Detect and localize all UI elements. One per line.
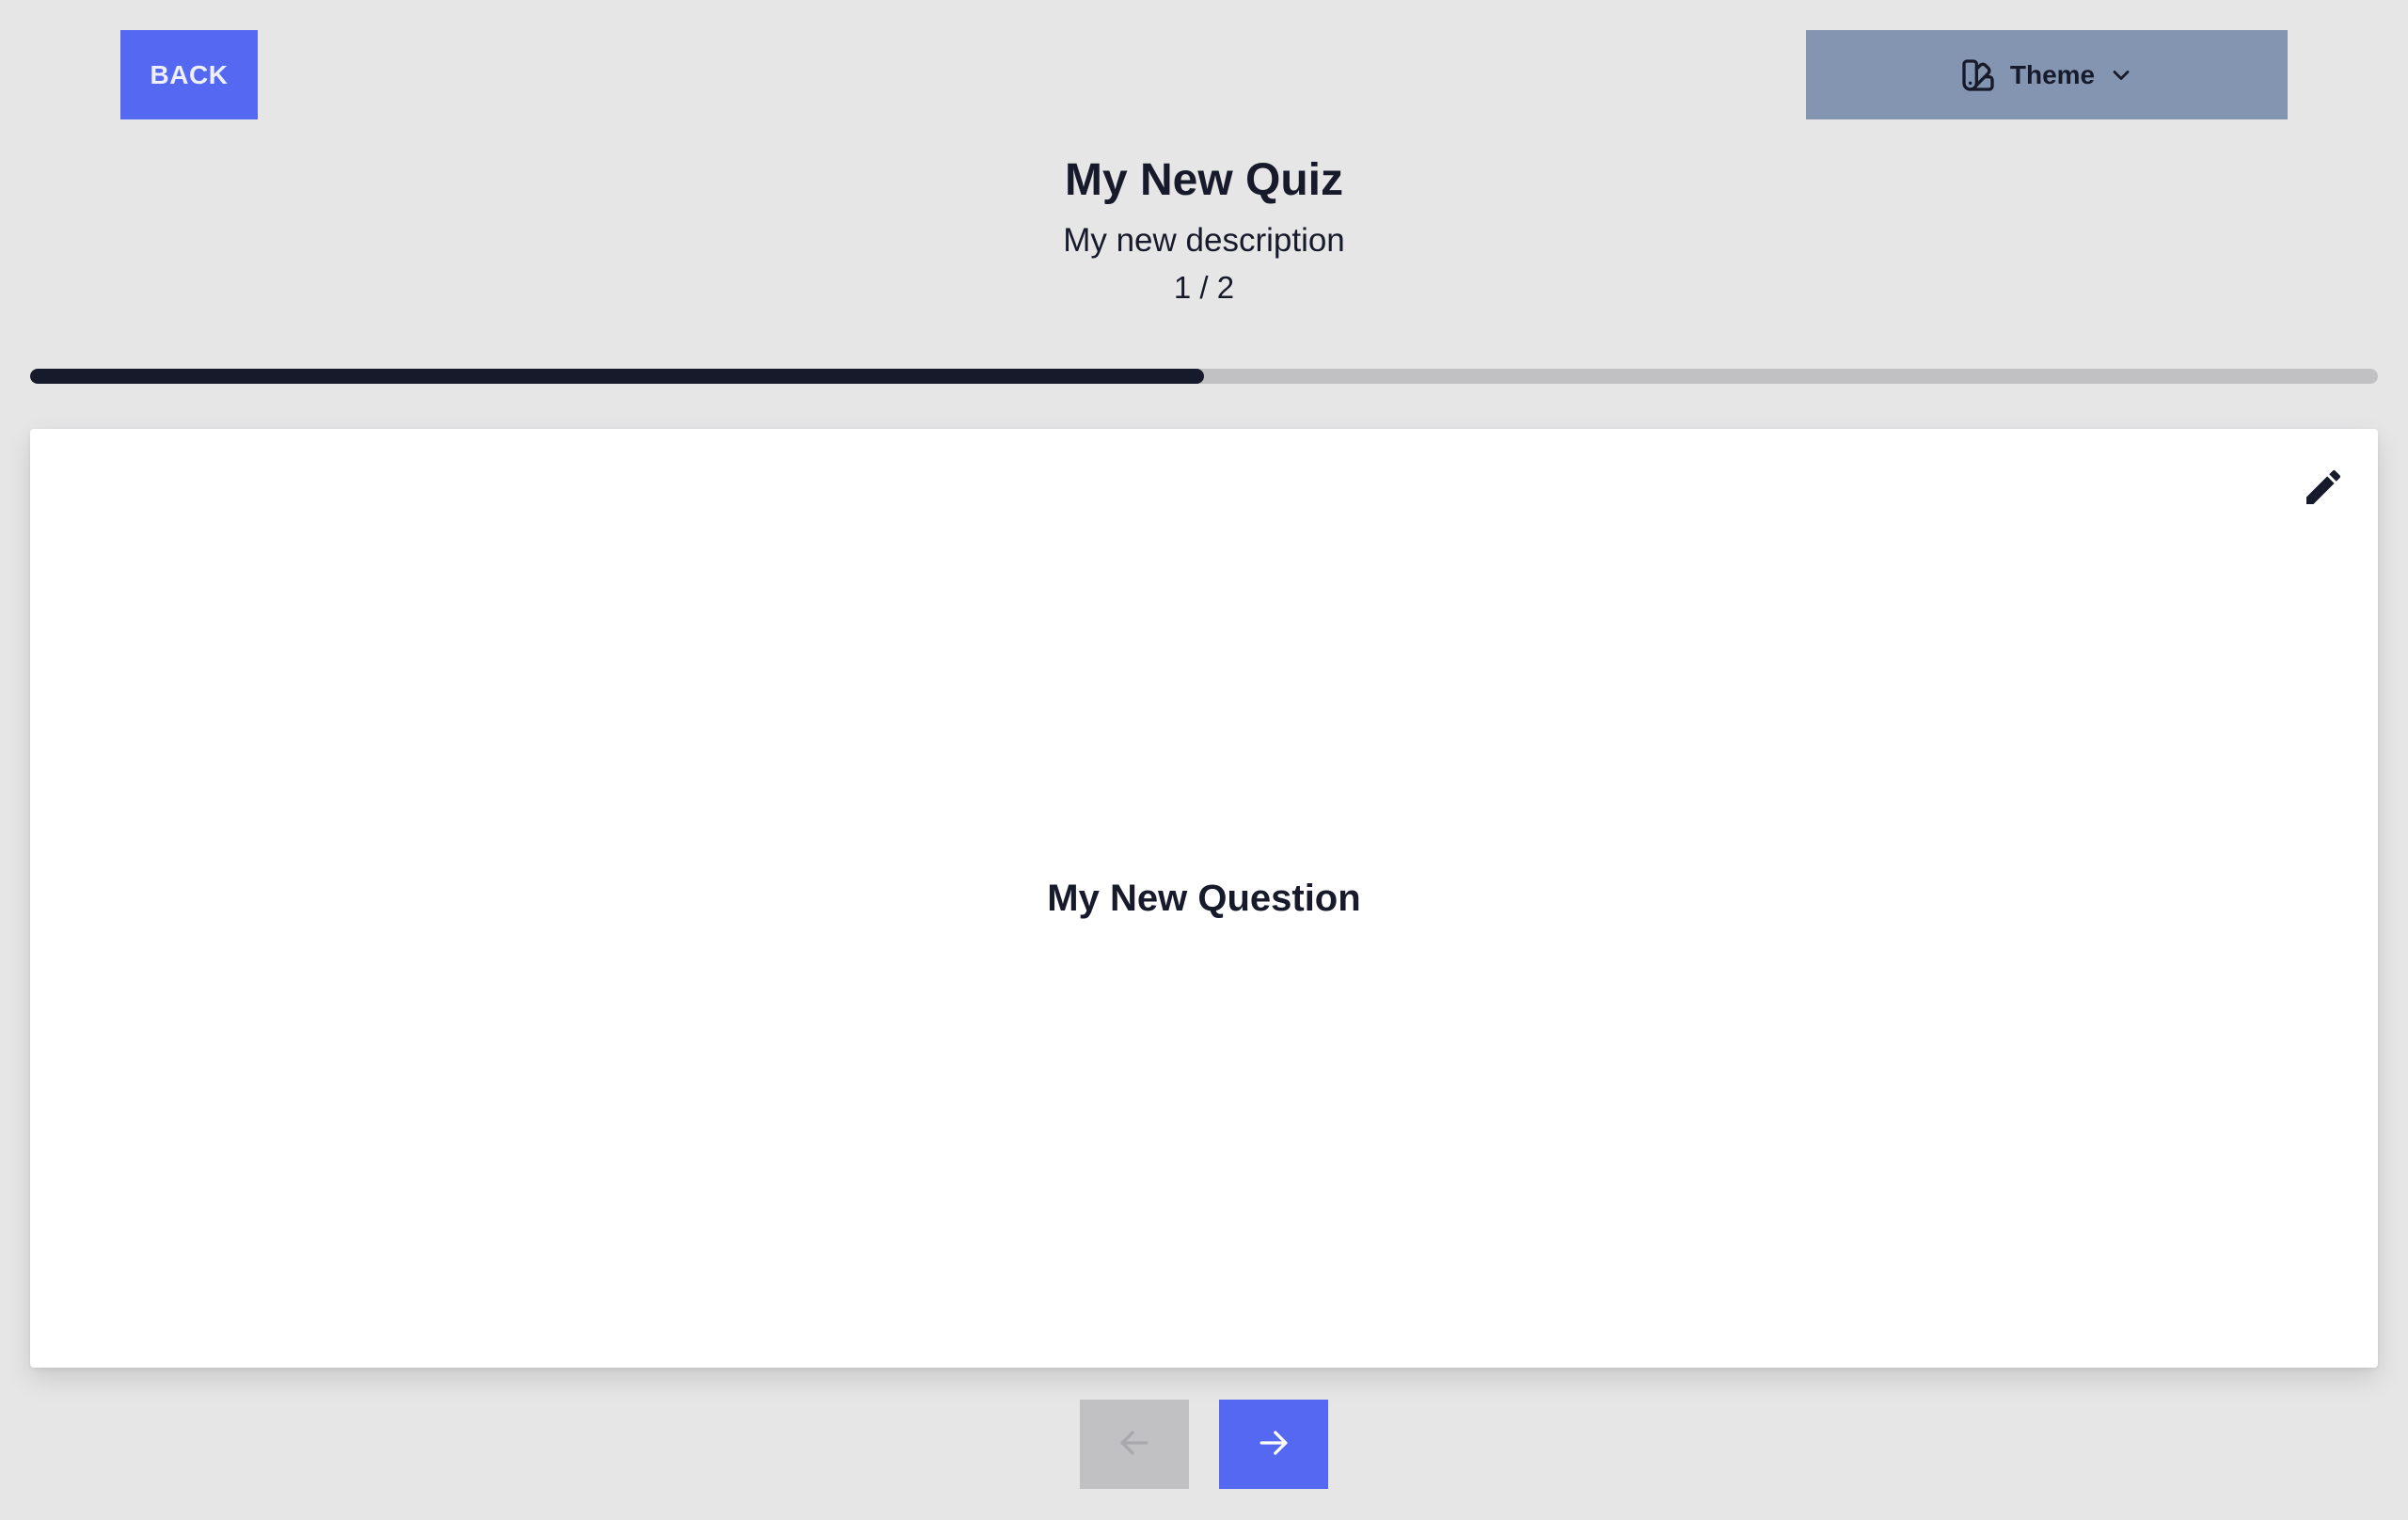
theme-label: Theme [2009, 59, 2096, 89]
swatch-book-icon [1959, 56, 1997, 94]
edit-question-button[interactable] [2297, 463, 2350, 515]
quiz-description: My new description [1063, 222, 1345, 259]
back-button[interactable]: BACK [120, 30, 258, 119]
question-card: My New Question [30, 429, 2378, 1368]
theme-dropdown-button[interactable]: Theme [1806, 30, 2288, 119]
arrow-left-icon [1114, 1422, 1155, 1466]
question-counter: 1 / 2 [1173, 270, 1235, 305]
next-question-button[interactable] [1219, 1400, 1328, 1489]
progress-bar [30, 369, 2378, 384]
chevron-down-icon [2108, 62, 2134, 88]
quiz-title: My New Quiz [1064, 155, 1344, 205]
arrow-right-icon [1253, 1422, 1294, 1466]
previous-question-button[interactable] [1080, 1400, 1189, 1489]
quiz-header: My New Quiz My new description 1 / 2 [0, 150, 2408, 309]
pencil-icon [2301, 465, 2346, 515]
progress-bar-fill [30, 369, 1204, 384]
question-text: My New Question [1047, 877, 1361, 919]
